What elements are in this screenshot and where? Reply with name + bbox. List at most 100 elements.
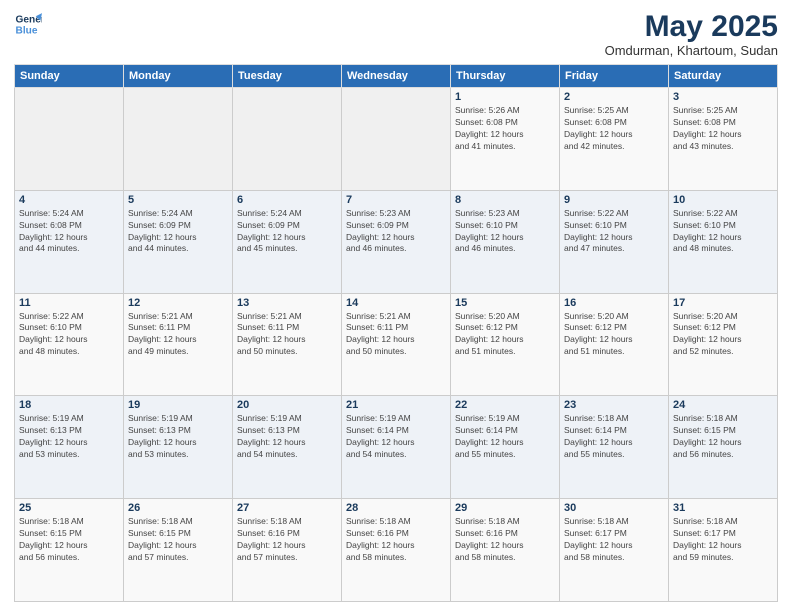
table-row: 21 Sunrise: 5:19 AM Sunset: 6:14 PM Dayli… — [342, 396, 451, 499]
day-info: Sunrise: 5:18 AM Sunset: 6:15 PM Dayligh… — [673, 413, 773, 461]
table-row: 5 Sunrise: 5:24 AM Sunset: 6:09 PM Daylig… — [124, 190, 233, 293]
header-saturday: Saturday — [669, 65, 778, 88]
day-number: 8 — [455, 194, 555, 206]
table-row: 22Sunrise: 5:19 AM Sunset: 6:14 PM Dayli… — [451, 396, 560, 499]
day-info: Sunrise: 5:18 AM Sunset: 6:15 PM Dayligh… — [19, 516, 119, 564]
table-row: 12 Sunrise: 5:21 AM Sunset: 6:11 PM Dayli… — [124, 293, 233, 396]
day-number: 5 — [128, 194, 228, 206]
day-info: Sunrise: 5:18 AM Sunset: 6:14 PM Dayligh… — [564, 413, 664, 461]
day-number: 30 — [564, 502, 664, 514]
day-number: 11 — [19, 297, 119, 309]
day-info: Sunrise: 5:23 AM Sunset: 6:09 PM Dayligh… — [346, 208, 446, 256]
table-row: 8Sunrise: 5:23 AM Sunset: 6:10 PM Daylig… — [451, 190, 560, 293]
table-row — [342, 88, 451, 191]
day-number: 20 — [237, 399, 337, 411]
subtitle: Omdurman, Khartoum, Sudan — [605, 43, 778, 58]
table-row: 28 Sunrise: 5:18 AM Sunset: 6:16 PM Dayli… — [342, 499, 451, 602]
day-info: Sunrise: 5:19 AM Sunset: 6:13 PM Dayligh… — [128, 413, 228, 461]
logo-icon: General Blue — [14, 10, 42, 38]
day-number: 17 — [673, 297, 773, 309]
day-number: 21 — [346, 399, 446, 411]
day-number: 3 — [673, 91, 773, 103]
day-info: Sunrise: 5:24 AM Sunset: 6:09 PM Dayligh… — [237, 208, 337, 256]
day-number: 16 — [564, 297, 664, 309]
table-row: 9 Sunrise: 5:22 AM Sunset: 6:10 PM Daylig… — [560, 190, 669, 293]
table-row: 31Sunrise: 5:18 AM Sunset: 6:17 PM Dayli… — [669, 499, 778, 602]
table-row: 30 Sunrise: 5:18 AM Sunset: 6:17 PM Dayli… — [560, 499, 669, 602]
table-row: 29 Sunrise: 5:18 AM Sunset: 6:16 PM Dayli… — [451, 499, 560, 602]
table-row: 2Sunrise: 5:25 AM Sunset: 6:08 PM Daylig… — [560, 88, 669, 191]
table-row — [233, 88, 342, 191]
day-number: 10 — [673, 194, 773, 206]
day-number: 26 — [128, 502, 228, 514]
day-number: 9 — [564, 194, 664, 206]
main-title: May 2025 — [605, 10, 778, 43]
day-number: 31 — [673, 502, 773, 514]
day-number: 24 — [673, 399, 773, 411]
table-row: 3 Sunrise: 5:25 AM Sunset: 6:08 PM Daylig… — [669, 88, 778, 191]
day-number: 28 — [346, 502, 446, 514]
table-row: 1Sunrise: 5:26 AM Sunset: 6:08 PM Daylig… — [451, 88, 560, 191]
day-info: Sunrise: 5:26 AM Sunset: 6:08 PM Dayligh… — [455, 105, 555, 153]
day-number: 7 — [346, 194, 446, 206]
table-row: 27Sunrise: 5:18 AM Sunset: 6:16 PM Dayli… — [233, 499, 342, 602]
table-row: 13 Sunrise: 5:21 AM Sunset: 6:11 PM Dayli… — [233, 293, 342, 396]
calendar-table: Sunday Monday Tuesday Wednesday Thursday… — [14, 64, 778, 602]
table-row: 16Sunrise: 5:20 AM Sunset: 6:12 PM Dayli… — [560, 293, 669, 396]
day-info: Sunrise: 5:22 AM Sunset: 6:10 PM Dayligh… — [673, 208, 773, 256]
day-info: Sunrise: 5:21 AM Sunset: 6:11 PM Dayligh… — [346, 311, 446, 359]
svg-text:Blue: Blue — [16, 25, 38, 36]
table-row: 17 Sunrise: 5:20 AM Sunset: 6:12 PM Dayli… — [669, 293, 778, 396]
table-row: 19 Sunrise: 5:19 AM Sunset: 6:13 PM Dayli… — [124, 396, 233, 499]
table-row: 23 Sunrise: 5:18 AM Sunset: 6:14 PM Dayli… — [560, 396, 669, 499]
logo: General Blue — [14, 10, 42, 38]
day-number: 23 — [564, 399, 664, 411]
day-info: Sunrise: 5:20 AM Sunset: 6:12 PM Dayligh… — [455, 311, 555, 359]
day-number: 12 — [128, 297, 228, 309]
calendar-header-row: Sunday Monday Tuesday Wednesday Thursday… — [15, 65, 778, 88]
day-number: 4 — [19, 194, 119, 206]
day-number: 29 — [455, 502, 555, 514]
day-number: 15 — [455, 297, 555, 309]
day-info: Sunrise: 5:25 AM Sunset: 6:08 PM Dayligh… — [564, 105, 664, 153]
day-number: 6 — [237, 194, 337, 206]
header-wednesday: Wednesday — [342, 65, 451, 88]
day-info: Sunrise: 5:22 AM Sunset: 6:10 PM Dayligh… — [564, 208, 664, 256]
table-row: 6 Sunrise: 5:24 AM Sunset: 6:09 PM Daylig… — [233, 190, 342, 293]
table-row: 11 Sunrise: 5:22 AM Sunset: 6:10 PM Dayli… — [15, 293, 124, 396]
day-info: Sunrise: 5:18 AM Sunset: 6:16 PM Dayligh… — [455, 516, 555, 564]
day-info: Sunrise: 5:21 AM Sunset: 6:11 PM Dayligh… — [237, 311, 337, 359]
table-row — [15, 88, 124, 191]
table-row: 14Sunrise: 5:21 AM Sunset: 6:11 PM Dayli… — [342, 293, 451, 396]
day-info: Sunrise: 5:18 AM Sunset: 6:17 PM Dayligh… — [564, 516, 664, 564]
header-friday: Friday — [560, 65, 669, 88]
table-row: 18Sunrise: 5:19 AM Sunset: 6:13 PM Dayli… — [15, 396, 124, 499]
title-block: May 2025 Omdurman, Khartoum, Sudan — [605, 10, 778, 58]
day-info: Sunrise: 5:20 AM Sunset: 6:12 PM Dayligh… — [673, 311, 773, 359]
day-number: 13 — [237, 297, 337, 309]
table-row: 15 Sunrise: 5:20 AM Sunset: 6:12 PM Dayli… — [451, 293, 560, 396]
day-number: 25 — [19, 502, 119, 514]
table-row: 25 Sunrise: 5:18 AM Sunset: 6:15 PM Dayli… — [15, 499, 124, 602]
day-info: Sunrise: 5:24 AM Sunset: 6:09 PM Dayligh… — [128, 208, 228, 256]
table-row — [124, 88, 233, 191]
day-info: Sunrise: 5:22 AM Sunset: 6:10 PM Dayligh… — [19, 311, 119, 359]
day-info: Sunrise: 5:19 AM Sunset: 6:13 PM Dayligh… — [19, 413, 119, 461]
calendar-week-row: 1Sunrise: 5:26 AM Sunset: 6:08 PM Daylig… — [15, 88, 778, 191]
header-tuesday: Tuesday — [233, 65, 342, 88]
table-row: 24 Sunrise: 5:18 AM Sunset: 6:15 PM Dayli… — [669, 396, 778, 499]
day-number: 19 — [128, 399, 228, 411]
calendar-week-row: 4 Sunrise: 5:24 AM Sunset: 6:08 PM Daylig… — [15, 190, 778, 293]
day-info: Sunrise: 5:19 AM Sunset: 6:13 PM Dayligh… — [237, 413, 337, 461]
table-row: 10 Sunrise: 5:22 AM Sunset: 6:10 PM Dayli… — [669, 190, 778, 293]
header-monday: Monday — [124, 65, 233, 88]
table-row: 20 Sunrise: 5:19 AM Sunset: 6:13 PM Dayli… — [233, 396, 342, 499]
calendar-week-row: 11 Sunrise: 5:22 AM Sunset: 6:10 PM Dayli… — [15, 293, 778, 396]
table-row: 26Sunrise: 5:18 AM Sunset: 6:15 PM Dayli… — [124, 499, 233, 602]
day-info: Sunrise: 5:24 AM Sunset: 6:08 PM Dayligh… — [19, 208, 119, 256]
day-info: Sunrise: 5:19 AM Sunset: 6:14 PM Dayligh… — [346, 413, 446, 461]
day-info: Sunrise: 5:18 AM Sunset: 6:16 PM Dayligh… — [346, 516, 446, 564]
day-info: Sunrise: 5:21 AM Sunset: 6:11 PM Dayligh… — [128, 311, 228, 359]
calendar-week-row: 25 Sunrise: 5:18 AM Sunset: 6:15 PM Dayli… — [15, 499, 778, 602]
day-info: Sunrise: 5:25 AM Sunset: 6:08 PM Dayligh… — [673, 105, 773, 153]
